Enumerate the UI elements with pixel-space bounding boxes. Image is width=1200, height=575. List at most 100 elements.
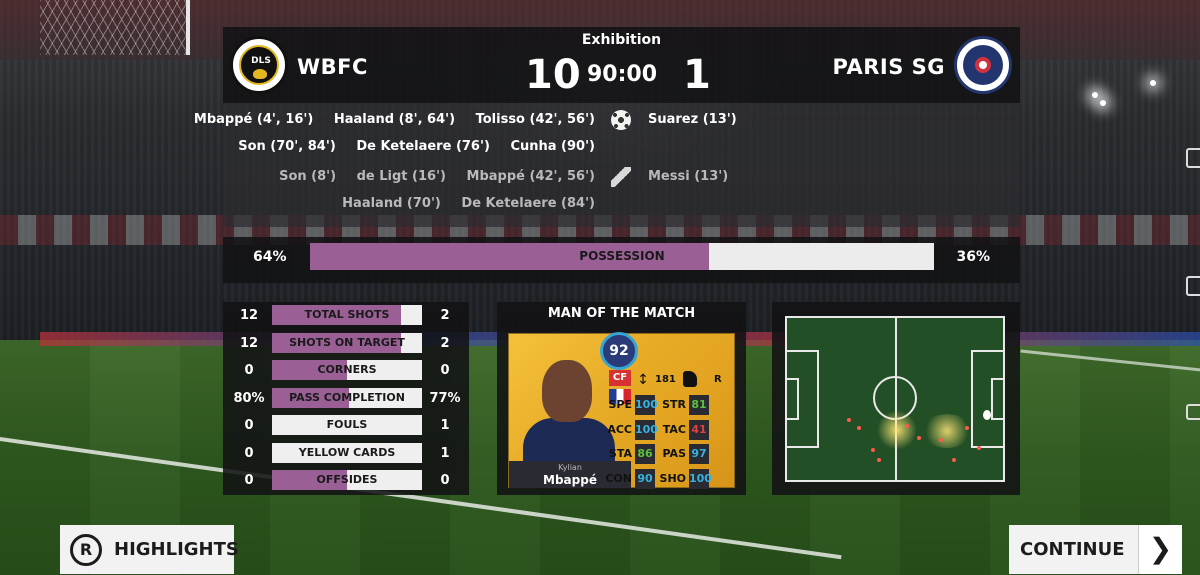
touch-point — [977, 446, 981, 450]
home-score: 10 — [525, 52, 581, 98]
possession-panel: 64% POSSESSION 36% — [223, 237, 1020, 283]
attribute-label: CON — [605, 471, 632, 485]
attribute-value: 90 — [635, 468, 655, 489]
home-logo-ball-icon — [253, 69, 267, 79]
home-logo-text: DLS — [251, 56, 271, 66]
player-position-badge: CF — [609, 370, 631, 386]
ball-marker-icon — [983, 410, 991, 420]
replay-icon: R — [70, 534, 102, 566]
right-goal-area — [991, 378, 1003, 420]
stat-label: OFFSIDES — [316, 473, 378, 486]
stat-home-value: 80% — [233, 390, 265, 406]
attribute-label: TAC — [662, 422, 686, 436]
stat-bar: YELLOW CARDS — [272, 442, 422, 463]
goal-entry: Haaland (8', 64') — [333, 112, 456, 127]
scoreboard-header: DLS WBFC Exhibition 10 90:00 1 PARIS SG — [223, 27, 1020, 103]
attribute-value: 100 — [635, 395, 658, 415]
attribute-label: STA — [608, 447, 632, 460]
stat-label: YELLOW CARDS — [298, 445, 396, 459]
possession-bar: POSSESSION — [310, 243, 934, 270]
stat-away-value: 1 — [440, 445, 450, 461]
player-face — [542, 360, 592, 422]
assist-entry: Messi (13') — [648, 169, 729, 184]
stat-away-value: 1 — [440, 418, 450, 433]
attribute-value: 86 — [635, 444, 655, 464]
motm-title: MAN OF THE MATCH — [547, 306, 696, 321]
assist-entry: Son (8') — [279, 169, 337, 184]
player-foot: R — [714, 374, 722, 385]
stat-row: 0 OFFSIDES 0 — [223, 467, 469, 494]
competition-label: Exhibition — [581, 32, 662, 48]
left-goal-area — [787, 378, 799, 420]
stat-bar: FOULS — [272, 415, 422, 435]
home-goals-line-1: Mbappé (4', 16') Haaland (8', 64') Tolis… — [194, 107, 595, 133]
heatmap-panel — [772, 302, 1020, 495]
stat-home-value: 0 — [244, 473, 254, 488]
away-team-logo — [954, 36, 1012, 94]
touch-point — [871, 448, 875, 452]
soccer-ball-icon — [611, 110, 631, 130]
stat-label: PASS COMPLETION — [289, 390, 405, 404]
home-assists-line-1: Son (8') de Ligt (16') Mbappé (42', 56') — [279, 164, 595, 190]
player-height: 181 — [655, 374, 676, 385]
attribute-value: 100 — [635, 419, 658, 440]
attribute-value: 41 — [689, 419, 709, 440]
stat-row: 0 YELLOW CARDS 1 — [223, 440, 469, 467]
highlights-label: HIGHLIGHTS — [114, 539, 239, 560]
touch-point — [857, 426, 861, 430]
system-control-icon[interactable] — [1186, 404, 1200, 420]
goal-entry: Tolisso (42', 56') — [475, 112, 595, 127]
match-events: Mbappé (4', 16') Haaland (8', 64') Tolis… — [194, 103, 1020, 227]
touch-point — [877, 458, 881, 462]
stat-bar: CORNERS — [272, 360, 422, 380]
floodlight — [1092, 92, 1098, 98]
assist-entry: de Ligt (16') — [356, 169, 446, 184]
attribute-value: 81 — [689, 395, 709, 415]
away-score: 1 — [683, 52, 711, 98]
stat-home-value: 0 — [244, 418, 254, 433]
goal-entry: Suarez (13') — [648, 112, 737, 127]
system-control-icon[interactable] — [1186, 276, 1200, 296]
highlights-button[interactable]: R HIGHLIGHTS — [60, 525, 239, 574]
touch-point — [952, 458, 956, 462]
goal-entry: De Ketelaere (76') — [356, 139, 490, 154]
stat-row: 12 SHOTS ON TARGET 2 — [223, 330, 469, 357]
attribute-value: 97 — [689, 444, 709, 464]
away-assists-line-1: Messi (13') — [648, 164, 728, 190]
attribute-label: PAS — [662, 447, 687, 460]
stat-row: 0 FOULS 1 — [223, 412, 469, 439]
height-icon: ↕ — [637, 372, 649, 388]
stat-away-value: 77% — [429, 390, 461, 406]
match-clock: 90:00 — [587, 62, 658, 87]
system-control-icon[interactable] — [1186, 148, 1200, 168]
away-team-name: PARIS SG — [832, 55, 945, 79]
away-possession: 36% — [956, 249, 990, 265]
stat-bar: TOTAL SHOTS — [272, 305, 422, 325]
stat-home-value: 12 — [239, 335, 259, 351]
stat-away-value: 2 — [440, 335, 450, 351]
goal-entry: Son (70', 84') — [238, 139, 336, 154]
touch-point — [905, 424, 909, 428]
stat-label: SHOTS ON TARGET — [289, 335, 405, 349]
man-of-the-match-panel: MAN OF THE MATCH Kylian Mbappé 92 CF ↕ 1… — [497, 302, 746, 495]
home-goals-line-2: Son (70', 84') De Ketelaere (76') Cunha … — [238, 134, 595, 160]
stat-label: CORNERS — [317, 363, 377, 376]
heat-hotspot — [877, 410, 917, 450]
heatmap-pitch — [785, 316, 1005, 482]
player-card[interactable]: Kylian Mbappé 92 CF ↕ 181 R SPE 100 STR 81 A… — [508, 332, 735, 489]
match-stats-table: 12 TOTAL SHOTS 2 12 SHOTS ON TARGET 2 0 CORNERS… — [223, 302, 469, 495]
stat-away-value: 0 — [440, 473, 450, 488]
stat-label: TOTAL SHOTS — [304, 308, 390, 321]
stat-home-value: 0 — [244, 445, 254, 461]
away-logo-tower-icon — [975, 57, 991, 73]
continue-button[interactable]: CONTINUE ❯ — [1009, 525, 1182, 574]
attribute-label: ACC — [607, 422, 632, 436]
player-rating: 92 — [600, 332, 638, 370]
stat-bar: SHOTS ON TARGET — [272, 332, 422, 353]
stat-row: 0 CORNERS 0 — [223, 357, 469, 384]
assist-entry: Haaland (70') — [342, 196, 441, 211]
stat-home-value: 0 — [244, 363, 254, 378]
goal-entry: Cunha (90') — [510, 139, 595, 154]
assist-entry: Mbappé (42', 56') — [466, 169, 595, 184]
stat-away-value: 0 — [440, 363, 450, 378]
